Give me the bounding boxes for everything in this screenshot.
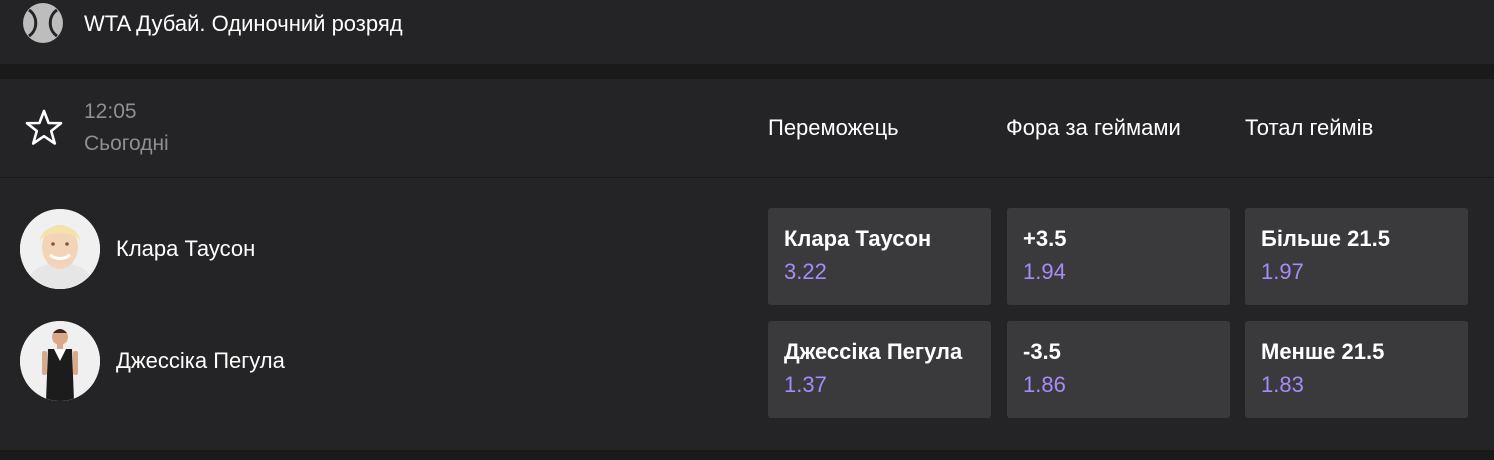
odds-button-total-under[interactable]: Менше 21.5 1.83 (1245, 321, 1468, 418)
odds-button-winner-player1[interactable]: Клара Таусон 3.22 (768, 208, 991, 305)
divider (0, 177, 1494, 178)
section-gap (0, 450, 1494, 460)
match-time: 12:05 (84, 100, 137, 123)
odds-value: 1.83 (1261, 372, 1304, 397)
odds-label: -3.5 (1023, 339, 1061, 364)
column-header-total: Тотал геймів (1245, 115, 1374, 140)
odds-value: 1.94 (1023, 259, 1066, 284)
column-header-winner: Переможець (768, 115, 899, 140)
odds-button-winner-player2[interactable]: Джессіка Пегула 1.37 (768, 321, 991, 418)
player-avatar (20, 209, 100, 289)
tennis-ball-icon (23, 3, 63, 43)
odds-label: Джессіка Пегула (784, 339, 963, 364)
odds-button-total-over[interactable]: Більше 21.5 1.97 (1245, 208, 1468, 305)
match-card: 12:05 Сьогодні Переможець Фора за геймам… (0, 79, 1494, 450)
tournament-title: WTA Дубай. Одиночний розряд (84, 11, 403, 36)
odds-value: 1.97 (1261, 259, 1304, 284)
odds-value: 3.22 (784, 259, 827, 284)
player-name: Джессіка Пегула (116, 348, 285, 373)
odds-label: Більше 21.5 (1261, 226, 1390, 251)
odds-label: Клара Таусон (784, 226, 932, 251)
player-avatar (20, 321, 100, 401)
odds-label: +3.5 (1023, 226, 1067, 251)
odds-button-handicap-player2[interactable]: -3.5 1.86 (1007, 321, 1230, 418)
star-icon[interactable] (24, 108, 64, 148)
odds-button-handicap-player1[interactable]: +3.5 1.94 (1007, 208, 1230, 305)
tournament-header: WTA Дубай. Одиночний розряд (0, 0, 1494, 64)
match-date: Сьогодні (84, 132, 169, 155)
odds-value: 1.86 (1023, 372, 1066, 397)
column-header-handicap: Фора за геймами (1006, 115, 1181, 140)
odds-label: Менше 21.5 (1261, 339, 1385, 364)
section-gap (0, 64, 1494, 79)
odds-value: 1.37 (784, 372, 827, 397)
player-name: Клара Таусон (116, 236, 256, 261)
